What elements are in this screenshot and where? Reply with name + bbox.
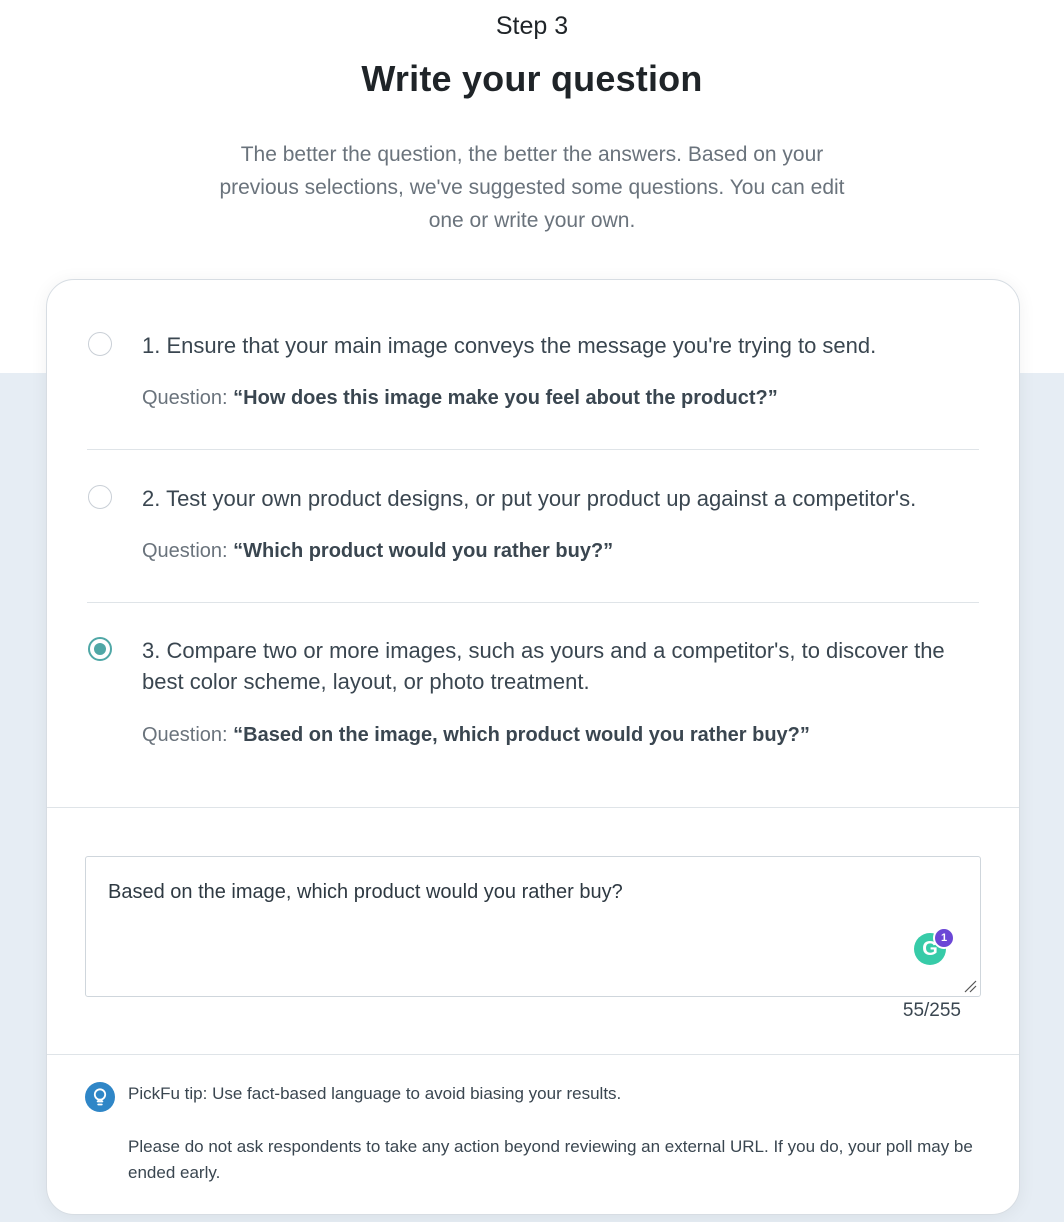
section-divider	[47, 807, 1019, 808]
question-card: 1. Ensure that your main image conveys t…	[46, 279, 1020, 1215]
option-description: 2. Test your own product designs, or put…	[142, 486, 917, 511]
tip-text: PickFu tip: Use fact-based language to a…	[128, 1084, 622, 1103]
resize-handle-icon[interactable]	[963, 979, 977, 993]
divider	[87, 449, 979, 450]
question-input-wrapper: G 1	[85, 856, 981, 997]
lightbulb-icon	[85, 1082, 115, 1112]
question-text: “Based on the image, which product would…	[233, 724, 810, 746]
option-description: 3. Compare two or more images, such as y…	[142, 638, 945, 694]
question-label: Question:	[142, 724, 228, 746]
question-text: “Which product would you rather buy?”	[233, 540, 614, 562]
option-description: 1. Ensure that your main image conveys t…	[142, 333, 877, 358]
divider	[87, 602, 979, 603]
option-question: Question: “Which product would you rathe…	[142, 540, 613, 563]
question-label: Question:	[142, 387, 228, 409]
option-radio-selected[interactable]	[88, 637, 112, 661]
warning-text: Please do not ask respondents to take an…	[128, 1137, 973, 1182]
question-input[interactable]	[86, 857, 980, 996]
page-subtitle: The better the question, the better the …	[219, 143, 845, 232]
character-count: 55/255	[902, 1000, 961, 1021]
option-radio[interactable]	[88, 332, 112, 356]
option-question: Question: “Based on the image, which pro…	[142, 724, 810, 747]
section-divider	[47, 1054, 1019, 1055]
page-title: Write your question	[361, 58, 703, 99]
question-label: Question:	[142, 540, 228, 562]
step-label: Step 3	[495, 12, 569, 40]
option-radio[interactable]	[88, 485, 112, 509]
option-question: Question: “How does this image make you …	[142, 387, 778, 410]
question-text: “How does this image make you feel about…	[233, 387, 778, 409]
grammarly-count-badge: 1	[933, 927, 955, 949]
